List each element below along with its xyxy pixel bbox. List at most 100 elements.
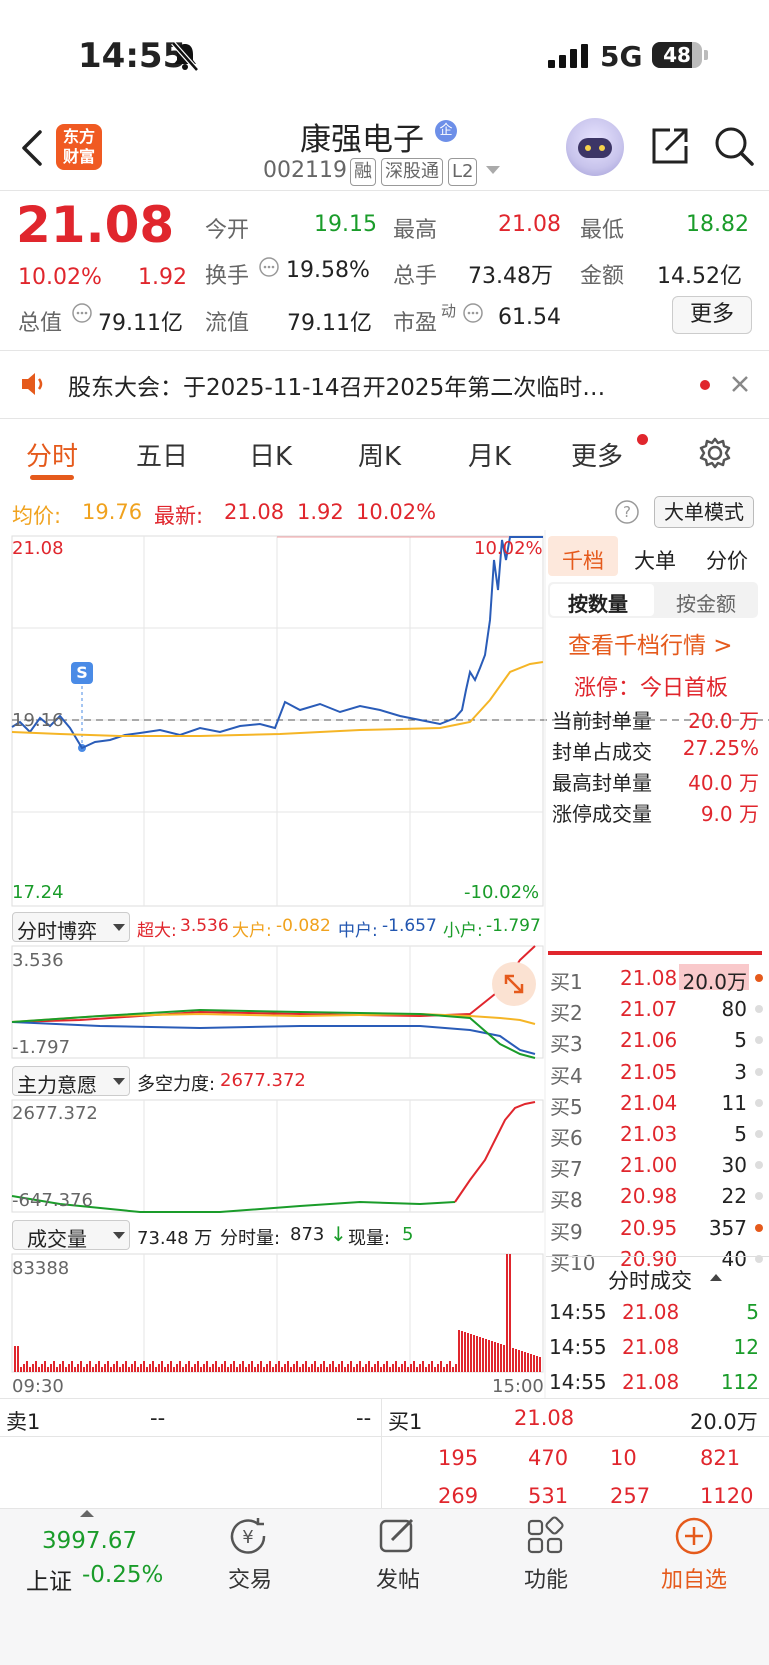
now-label: 现量: [348, 1228, 391, 1249]
bid-volume[interactable]: 80 [722, 997, 747, 1021]
bid-volume[interactable]: 3 [734, 1060, 747, 1084]
chevron-up-icon [710, 1274, 722, 1281]
volume-bar [371, 1367, 373, 1372]
queue-order: 269 [438, 1484, 479, 1508]
volume-bar [56, 1367, 58, 1372]
will-y-bottom: -647.376 [12, 1190, 93, 1211]
volume-bar [302, 1364, 304, 1372]
edit-icon [379, 1518, 414, 1553]
volume-bar [320, 1364, 322, 1372]
add-watchlist-button[interactable]: 加自选 [654, 1516, 734, 1594]
bid-label: 买7 [550, 1157, 583, 1182]
expand-button[interactable] [492, 962, 536, 1006]
volume-bar [425, 1367, 427, 1372]
queue-order: 10 [610, 1446, 637, 1470]
volume-bar [407, 1367, 409, 1372]
game-selector[interactable]: 分时博弈 [12, 912, 130, 943]
volume-bar [35, 1361, 37, 1372]
volume-bar [68, 1364, 70, 1372]
queue-buy-vol: 20.0万 [690, 1410, 758, 1434]
bid-volume[interactable]: 30 [722, 1153, 747, 1177]
volume-bar [482, 1338, 484, 1372]
ticks-title[interactable]: 分时成交 [608, 1265, 692, 1295]
side-tab-price[interactable]: 分价 [706, 545, 748, 575]
bid-volume[interactable]: 11 [722, 1091, 747, 1115]
volume-bar [440, 1361, 442, 1372]
tick-volume: 5 [746, 1300, 759, 1324]
volume-selector[interactable]: 成交量 [12, 1220, 130, 1251]
bid-label: 买10 [550, 1250, 596, 1275]
index-value[interactable]: 3997.67 [42, 1528, 137, 1554]
volume-bar [392, 1364, 394, 1372]
bid-dot [755, 1223, 763, 1232]
volume-bar [95, 1364, 97, 1372]
side-tab-big-order[interactable]: 大单 [634, 545, 676, 575]
bid-volume[interactable]: 40 [722, 1247, 747, 1271]
view-thousand-link[interactable]: 查看千档行情 > [568, 626, 733, 660]
now-value: 5 [402, 1224, 414, 1245]
volume-bar [239, 1364, 241, 1372]
volume-bar [479, 1337, 481, 1372]
volume-bar [14, 1346, 16, 1372]
volume-bar [491, 1341, 493, 1372]
sell-signal-marker[interactable]: S [71, 662, 93, 684]
game-y-top: 3.536 [12, 950, 64, 971]
volume-bar [104, 1364, 106, 1372]
volume-bar [437, 1364, 439, 1372]
bid-dot [755, 1098, 763, 1107]
volume-bar [167, 1364, 169, 1372]
will-selector[interactable]: 主力意愿 [12, 1066, 130, 1097]
volume-bar [536, 1356, 538, 1372]
volume-bar [395, 1361, 397, 1372]
volume-bar [380, 1367, 382, 1372]
function-button[interactable]: 功能 [516, 1516, 576, 1594]
trade-button[interactable]: ¥ 交易 [220, 1516, 280, 1594]
volume-bar [428, 1364, 430, 1372]
volume-total: 73.48 万 [137, 1228, 213, 1249]
large-value: -0.082 [276, 916, 331, 936]
volume-bar [467, 1333, 469, 1372]
volume-bar [434, 1367, 436, 1372]
volume-bar [143, 1361, 145, 1372]
bid-volume[interactable]: 5 [734, 1122, 747, 1146]
post-button[interactable]: 发帖 [368, 1516, 428, 1594]
volume-bar [317, 1367, 319, 1372]
bid-volume[interactable]: 20.0万 [682, 966, 747, 995]
volume-bar [170, 1361, 172, 1372]
pct-top-label: 10.02% [474, 538, 543, 559]
will-up-series [454, 1101, 536, 1203]
volume-bar [77, 1364, 79, 1372]
stat-value: 20.0 万 [688, 709, 759, 733]
bid-volume[interactable]: 357 [709, 1216, 747, 1240]
side-tab-thousand[interactable]: 千档 [562, 545, 604, 575]
volume-bar [89, 1361, 91, 1372]
mid-label: 中户: [338, 921, 378, 941]
tick-volume: 112 [720, 1370, 759, 1394]
volume-bar [527, 1353, 529, 1372]
bid-label: 买4 [550, 1063, 583, 1088]
sub-tab-amount[interactable]: 按金额 [676, 588, 736, 617]
tick-time: 14:55 [549, 1300, 607, 1324]
volume-bar [401, 1364, 403, 1372]
intraday-chart[interactable] [0, 0, 769, 1665]
sub-tab-qty[interactable]: 按数量 [568, 588, 628, 617]
bid-label: 买1 [550, 970, 583, 994]
volume-bar [152, 1361, 154, 1372]
volume-bar [455, 1364, 457, 1372]
bid-volume[interactable]: 22 [722, 1184, 747, 1208]
volume-bar [509, 1254, 511, 1372]
volume-bar [233, 1361, 235, 1372]
large-label: 大户: [232, 921, 272, 941]
volume-bar [521, 1351, 523, 1372]
queue-sell-label: 卖1 [6, 1410, 41, 1434]
volume-bar [476, 1336, 478, 1372]
volume-bar [488, 1340, 490, 1372]
stat-value: 27.25% [682, 736, 759, 760]
chevron-up-icon[interactable] [80, 1510, 94, 1518]
small-label: 小户: [443, 921, 483, 941]
volume-bar [443, 1367, 445, 1372]
volume-bar [128, 1367, 130, 1372]
volume-bar [29, 1367, 31, 1372]
bid-volume[interactable]: 5 [734, 1028, 747, 1052]
volume-bar [293, 1364, 295, 1372]
